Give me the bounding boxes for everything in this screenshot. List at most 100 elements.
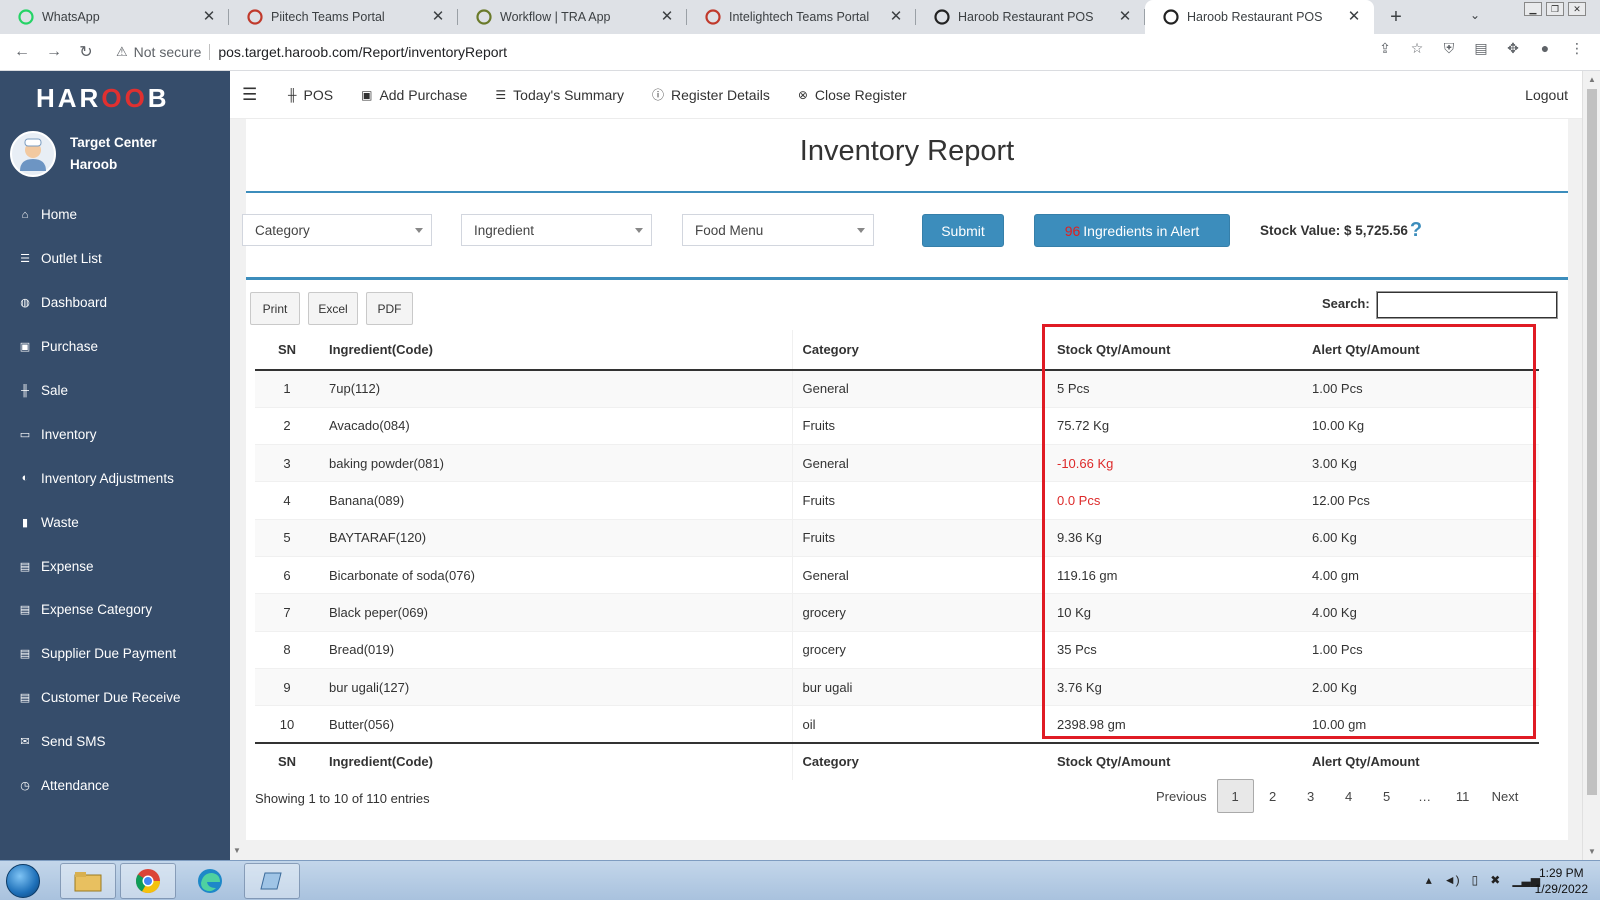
sidebar-item-sale[interactable]: ╫ Sale xyxy=(0,369,230,413)
previous-page-button[interactable]: Previous xyxy=(1146,779,1217,813)
reload-button[interactable]: ↻ xyxy=(70,37,102,67)
network-error-icon[interactable]: ✖ xyxy=(1490,873,1500,887)
logout-link[interactable]: Logout xyxy=(1525,87,1568,103)
sidebar-item-send-sms[interactable]: ✉ Send SMS xyxy=(0,720,230,764)
sidebar-item-inventory-adjustments[interactable]: ◐ Inventory Adjustments xyxy=(0,456,230,500)
url-text[interactable]: pos.target.haroob.com/Report/inventoryRe… xyxy=(218,44,507,60)
kebab-menu-icon[interactable]: ⋮ xyxy=(1568,40,1586,57)
notepad-taskbar-button[interactable] xyxy=(244,863,300,899)
chrome-taskbar-button[interactable] xyxy=(120,863,176,899)
haroob-logo[interactable]: HAROOB xyxy=(36,83,170,114)
column-header-category[interactable]: Category xyxy=(791,330,1047,371)
ingredient-select[interactable]: Ingredient xyxy=(461,214,652,246)
topnav-register-details[interactable]: ⓘ Register Details xyxy=(652,86,770,103)
print-button[interactable]: Print xyxy=(250,292,300,325)
scroll-down-arrow-icon[interactable]: ▼ xyxy=(233,846,241,855)
sidebar-item-expense-category[interactable]: ▤ Expense Category xyxy=(0,588,230,632)
page-button[interactable]: 11 xyxy=(1444,779,1482,813)
tray-expand-icon[interactable]: ▴ xyxy=(1426,873,1432,887)
browser-tab[interactable]: Piitech Teams Portal ✕ xyxy=(229,0,458,34)
category-select[interactable]: Category xyxy=(242,214,432,246)
scroll-down-arrow-icon[interactable]: ▼ xyxy=(1588,847,1596,856)
tab-search-dropdown-icon[interactable]: ⌄ xyxy=(1470,8,1480,22)
extensions-puzzle-icon[interactable]: ✥ xyxy=(1504,40,1522,57)
close-icon[interactable]: ✕ xyxy=(659,9,675,25)
submit-button[interactable]: Submit xyxy=(922,214,1004,247)
vertical-scrollbar[interactable]: ▲ ▼ xyxy=(1582,71,1600,860)
help-question-icon[interactable]: ? xyxy=(1410,219,1422,242)
ingredients-alert-button[interactable]: 96 Ingredients in Alert xyxy=(1034,214,1230,247)
sidebar-item-waste[interactable]: ▮ Waste xyxy=(0,500,230,544)
bookmark-star-icon[interactable]: ☆ xyxy=(1408,40,1426,57)
page-button[interactable]: 2 xyxy=(1254,779,1292,813)
scrollbar-thumb[interactable] xyxy=(1587,89,1597,795)
column-header-alert[interactable]: Alert Qty/Amount xyxy=(1302,330,1539,371)
table-row[interactable]: 9 bur ugali(127) bur ugali 3.76 Kg 2.00 Kg xyxy=(255,667,1539,706)
table-row[interactable]: 4 Banana(089) Fruits 0.0 Pcs 12.00 Pcs xyxy=(255,481,1539,520)
page-button[interactable]: 3 xyxy=(1292,779,1330,813)
topnav-today-s-summary[interactable]: ☰ Today's Summary xyxy=(495,86,624,103)
table-row[interactable]: 3 baking powder(081) General -10.66 Kg 3.00 … xyxy=(255,444,1539,482)
close-window-button[interactable]: ✕ xyxy=(1568,2,1586,16)
sidebar-item-inventory[interactable]: ▭ Inventory xyxy=(0,412,230,456)
browser-tab[interactable]: Haroob Restaurant POS ✕ xyxy=(916,0,1145,34)
extension-shield-icon[interactable]: ⛨ xyxy=(1440,40,1458,57)
pdf-button[interactable]: PDF xyxy=(366,292,413,325)
alert-label: Ingredients in Alert xyxy=(1083,222,1200,239)
close-icon[interactable]: ✕ xyxy=(1346,9,1362,25)
profile-avatar-icon[interactable]: ● xyxy=(1536,40,1554,57)
table-row[interactable]: 5 BAYTARAF(120) Fruits 9.36 Kg 6.00 Kg xyxy=(255,518,1539,557)
sidebar-item-dashboard[interactable]: ◍ Dashboard xyxy=(0,281,230,325)
forward-button[interactable]: → xyxy=(38,37,70,67)
sidebar-item-outlet-list[interactable]: ☰ Outlet List xyxy=(0,237,230,281)
file-explorer-taskbar-button[interactable] xyxy=(60,863,116,899)
table-row[interactable]: 6 Bicarbonate of soda(076) General 119.16 g… xyxy=(255,555,1539,594)
battery-icon[interactable]: ▯ xyxy=(1472,873,1479,887)
table-row[interactable]: 2 Avacado(084) Fruits 75.72 Kg 10.00 Kg xyxy=(255,406,1539,445)
page-button[interactable]: 5 xyxy=(1368,779,1406,813)
back-button[interactable]: ← xyxy=(6,37,38,67)
omnibox[interactable]: ⚠ Not secure pos.target.haroob.com/Repor… xyxy=(116,44,507,60)
sidebar-item-supplier-due-payment[interactable]: ▤ Supplier Due Payment xyxy=(0,632,230,676)
search-input[interactable] xyxy=(1376,291,1558,319)
close-icon[interactable]: ✕ xyxy=(1117,9,1133,25)
start-button[interactable] xyxy=(6,864,40,898)
sidebar-item-home[interactable]: ⌂ Home xyxy=(0,193,230,237)
topnav-close-register[interactable]: ⊗ Close Register xyxy=(798,86,907,103)
maximize-button[interactable]: ❐ xyxy=(1546,2,1564,16)
minimize-button[interactable]: ▁ xyxy=(1524,2,1542,16)
excel-button[interactable]: Excel xyxy=(308,292,358,325)
close-icon[interactable]: ✕ xyxy=(201,9,217,25)
topnav-add-purchase[interactable]: ▣ Add Purchase xyxy=(361,86,467,103)
table-row[interactable]: 8 Bread(019) grocery 35 Pcs 1.00 Pcs xyxy=(255,630,1539,669)
clipboard-icon[interactable]: ▤ xyxy=(1472,40,1490,57)
table-row[interactable]: 10 Butter(056) oil 2398.98 gm 10.00 gm xyxy=(255,705,1539,743)
taskbar-clock[interactable]: 1:29 PM 1/29/2022 xyxy=(1535,865,1588,897)
new-tab-button[interactable]: + xyxy=(1382,0,1410,34)
browser-tab[interactable]: Intelightech Teams Portal ✕ xyxy=(687,0,916,34)
browser-tab[interactable]: Haroob Restaurant POS ✕ xyxy=(1145,0,1374,34)
column-header-ingredient[interactable]: Ingredient(Code) xyxy=(319,330,792,371)
page-button[interactable]: 4 xyxy=(1330,779,1368,813)
sidebar-item-expense[interactable]: ▤ Expense xyxy=(0,544,230,588)
browser-tab[interactable]: WhatsApp ✕ xyxy=(0,0,229,34)
volume-icon[interactable]: ◄) xyxy=(1444,873,1460,887)
sidebar-item-customer-due-receive[interactable]: ▤ Customer Due Receive xyxy=(0,676,230,720)
topnav-pos[interactable]: ╫ POS xyxy=(288,86,333,103)
sidebar-item-purchase[interactable]: ▣ Purchase xyxy=(0,325,230,369)
page-button[interactable]: 1 xyxy=(1216,779,1254,813)
table-row[interactable]: 1 7up(112) General 5 Pcs 1.00 Pcs xyxy=(255,369,1539,408)
next-page-button[interactable]: Next xyxy=(1482,779,1529,813)
share-icon[interactable]: ⇪ xyxy=(1376,40,1394,57)
close-icon[interactable]: ✕ xyxy=(430,9,446,25)
close-icon[interactable]: ✕ xyxy=(888,9,904,25)
scroll-up-arrow-icon[interactable]: ▲ xyxy=(1588,75,1596,84)
sidebar-item-attendance[interactable]: ◷ Attendance xyxy=(0,764,230,808)
column-header-sn[interactable]: SN xyxy=(255,330,319,371)
browser-tab[interactable]: Workflow | TRA App ✕ xyxy=(458,0,687,34)
edge-taskbar-button[interactable] xyxy=(182,863,238,899)
table-row[interactable]: 7 Black peper(069) grocery 10 Kg 4.00 Kg xyxy=(255,593,1539,632)
food-menu-select[interactable]: Food Menu xyxy=(682,214,874,246)
column-header-stock[interactable]: Stock Qty/Amount xyxy=(1047,330,1302,371)
hamburger-menu-icon[interactable]: ☰ xyxy=(242,85,260,105)
